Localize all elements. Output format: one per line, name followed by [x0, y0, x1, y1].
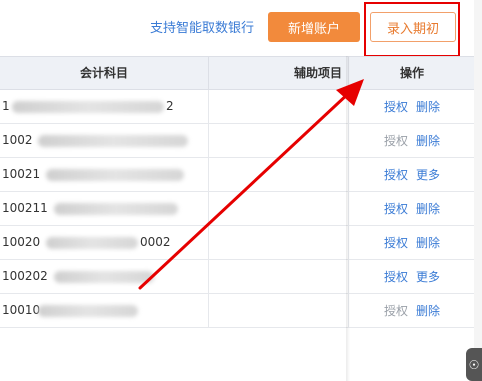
- vertical-scrollbar[interactable]: [474, 0, 482, 381]
- authorize-link[interactable]: 授权: [384, 200, 408, 217]
- table-row: 10020 0002 授权 删除: [0, 226, 474, 260]
- table-body: 1 2 授权 删除 1002 授权 删除 10021 授权 更多 100211 …: [0, 90, 474, 328]
- operations-cell: 授权 更多: [348, 260, 475, 293]
- more-link[interactable]: 更多: [416, 268, 440, 285]
- redacted-text: [46, 169, 184, 181]
- auxiliary-cell: [208, 260, 349, 293]
- delete-link[interactable]: 删除: [416, 200, 440, 217]
- subject-code: 100211: [2, 201, 48, 215]
- headset-icon[interactable]: ☉: [466, 348, 482, 381]
- more-link[interactable]: 更多: [416, 166, 440, 183]
- redacted-text: [38, 305, 138, 317]
- toolbar: 支持智能取数银行 新增账户 录入期初: [0, 0, 482, 57]
- authorize-link[interactable]: 授权: [384, 166, 408, 183]
- delete-link[interactable]: 删除: [416, 302, 440, 319]
- table-header: 会计科目 辅助项目 操作: [0, 56, 474, 90]
- operations-cell: 授权 删除: [348, 124, 475, 157]
- column-header-operations: 操作: [348, 57, 475, 89]
- auxiliary-cell: [208, 226, 349, 259]
- subject-code-tail: 2: [166, 99, 174, 113]
- subject-code: 1002: [2, 133, 33, 147]
- table-row: 10010 授权 删除: [0, 294, 474, 328]
- add-account-button[interactable]: 新增账户: [268, 12, 360, 42]
- redacted-text: [12, 101, 164, 113]
- subject-code-tail: 0002: [140, 235, 171, 249]
- table-row: 1002 授权 删除: [0, 124, 474, 158]
- table-row: 1 2 授权 删除: [0, 90, 474, 124]
- table-row: 100202 授权 更多: [0, 260, 474, 294]
- delete-link[interactable]: 删除: [416, 234, 440, 251]
- delete-link[interactable]: 删除: [416, 132, 440, 149]
- operations-cell: 授权 更多: [348, 158, 475, 191]
- subject-code: 10010: [2, 303, 41, 317]
- authorize-link[interactable]: 授权: [384, 132, 408, 149]
- fixed-column-shadow: [346, 56, 350, 381]
- smart-bank-link[interactable]: 支持智能取数银行: [150, 17, 254, 36]
- column-header-auxiliary: 辅助项目: [208, 57, 348, 89]
- operations-cell: 授权 删除: [348, 90, 475, 123]
- auxiliary-cell: [208, 158, 349, 191]
- redacted-text: [54, 271, 154, 283]
- table-row: 100211 授权 删除: [0, 192, 474, 226]
- operations-cell: 授权 删除: [348, 226, 475, 259]
- subject-cell: 100202: [0, 260, 208, 293]
- auxiliary-cell: [208, 294, 349, 327]
- subject-cell: 100211: [0, 192, 208, 225]
- subject-code: 10020: [2, 235, 41, 249]
- redacted-text: [54, 203, 178, 215]
- authorize-link[interactable]: 授权: [384, 302, 408, 319]
- auxiliary-cell: [208, 124, 349, 157]
- subject-cell: 10021: [0, 158, 208, 191]
- table-row: 10021 授权 更多: [0, 158, 474, 192]
- operations-cell: 授权 删除: [348, 192, 475, 225]
- subject-cell: 1002: [0, 124, 208, 157]
- auxiliary-cell: [208, 192, 349, 225]
- authorize-link[interactable]: 授权: [384, 268, 408, 285]
- authorize-link[interactable]: 授权: [384, 98, 408, 115]
- subject-code: 1: [2, 99, 10, 113]
- authorize-link[interactable]: 授权: [384, 234, 408, 251]
- delete-link[interactable]: 删除: [416, 98, 440, 115]
- enter-opening-balance-button[interactable]: 录入期初: [370, 12, 456, 42]
- subject-cell: 10010: [0, 294, 208, 327]
- redacted-text: [38, 135, 188, 147]
- subject-code: 10021: [2, 167, 41, 181]
- subject-cell: 1 2: [0, 90, 208, 123]
- redacted-text: [46, 237, 138, 249]
- column-header-subject: 会计科目: [79, 66, 128, 80]
- operations-cell: 授权 删除: [348, 294, 475, 327]
- subject-cell: 10020 0002: [0, 226, 208, 259]
- auxiliary-cell: [208, 90, 349, 123]
- subject-code: 100202: [2, 269, 48, 283]
